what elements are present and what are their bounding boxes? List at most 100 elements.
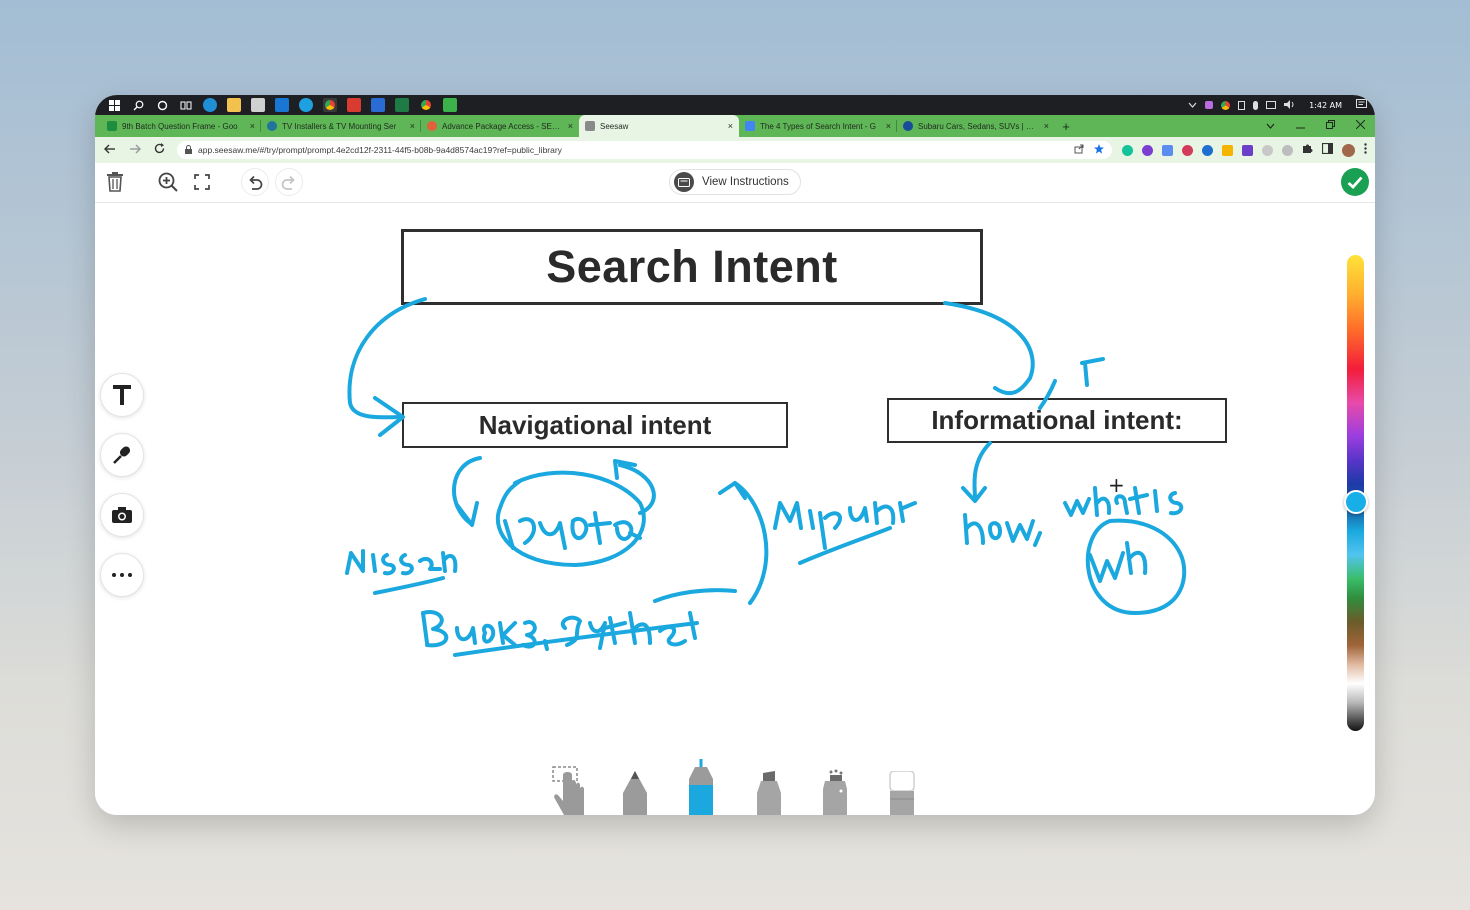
- marker-tool[interactable]: [687, 759, 715, 815]
- extension-blue-square-icon[interactable]: [1162, 144, 1174, 156]
- mail-icon[interactable]: [275, 98, 289, 112]
- skype-icon[interactable]: [299, 98, 313, 112]
- tab-question-frame[interactable]: 9th Batch Question Frame - Goo ×: [101, 115, 261, 137]
- edge-icon[interactable]: [203, 98, 217, 112]
- microphone-icon: [113, 446, 131, 464]
- close-tab-icon[interactable]: ×: [886, 121, 891, 131]
- app-red-icon[interactable]: [347, 98, 361, 112]
- network-icon[interactable]: [1266, 101, 1277, 109]
- share-icon[interactable]: [1074, 144, 1084, 156]
- navigational-intent-box[interactable]: Navigational intent: [402, 402, 788, 448]
- undo-button[interactable]: [241, 168, 269, 196]
- address-bar[interactable]: app.seesaw.me/#/try/prompt/prompt.4e2cd1…: [177, 141, 1113, 159]
- reload-icon[interactable]: [152, 143, 167, 157]
- sheets-favicon-icon: [107, 121, 117, 131]
- side-panel-icon[interactable]: [1321, 141, 1334, 159]
- microphone-button[interactable]: [100, 433, 144, 477]
- chrome-profile-icon[interactable]: [419, 98, 433, 112]
- zoom-in-button[interactable]: [154, 168, 182, 196]
- extensions-puzzle-icon[interactable]: [1302, 141, 1313, 159]
- new-tab-button[interactable]: +: [1055, 115, 1077, 137]
- text-tool-button[interactable]: [100, 373, 144, 417]
- volume-icon[interactable]: [1284, 99, 1295, 111]
- done-button[interactable]: [1341, 168, 1369, 196]
- hand-select-tool[interactable]: [550, 765, 588, 815]
- extension-gray-icon[interactable]: [1262, 144, 1274, 156]
- tab-search-icon[interactable]: [1255, 121, 1285, 132]
- extension-purple-icon[interactable]: [1142, 144, 1154, 156]
- calculator-icon[interactable]: [251, 98, 265, 112]
- highlighter-tool[interactable]: [755, 771, 783, 815]
- chrome-taskbar-icon[interactable]: [323, 98, 337, 112]
- windows-start-icon[interactable]: [107, 98, 121, 112]
- spray-tool[interactable]: [821, 769, 849, 815]
- view-instructions-button[interactable]: View Instructions: [669, 169, 801, 195]
- close-window-icon[interactable]: [1345, 119, 1375, 132]
- eraser-tool[interactable]: [888, 770, 916, 815]
- extension-badge-icon[interactable]: [1242, 144, 1254, 156]
- bookmark-star-icon[interactable]: [1094, 144, 1105, 156]
- notification-icon[interactable]: [1356, 99, 1367, 111]
- tab-label: The 4 Types of Search Intent - G: [760, 121, 876, 131]
- close-tab-icon[interactable]: ×: [568, 121, 573, 131]
- redo-button[interactable]: [275, 168, 303, 196]
- seo-favicon-icon: [427, 121, 437, 131]
- close-tab-icon[interactable]: ×: [1044, 121, 1049, 131]
- fullscreen-icon: [194, 174, 210, 190]
- title-box[interactable]: Search Intent: [401, 229, 983, 305]
- chrome-menu-icon[interactable]: [1364, 141, 1367, 159]
- drawing-canvas[interactable]: Search Intent Navigational intent Inform…: [95, 203, 1375, 815]
- battery-icon[interactable]: [1238, 100, 1246, 110]
- camera-button[interactable]: [100, 493, 144, 537]
- search-icon[interactable]: [131, 98, 145, 112]
- minimize-icon[interactable]: [1285, 121, 1315, 132]
- restore-icon[interactable]: [1315, 120, 1345, 132]
- tab-advance-package[interactable]: Advance Package Access - SEO T ×: [421, 115, 579, 137]
- informational-intent-box[interactable]: Informational intent:: [887, 398, 1227, 443]
- pen-tray-icon[interactable]: [1205, 101, 1214, 109]
- excel-icon[interactable]: [395, 98, 409, 112]
- view-instructions-label: View Instructions: [702, 176, 789, 188]
- trash-icon: [107, 172, 123, 192]
- clock[interactable]: 1:42 AM: [1309, 101, 1342, 110]
- tab-subaru[interactable]: Subaru Cars, Sedans, SUVs | Sub ×: [897, 115, 1055, 137]
- extension-red-icon[interactable]: [1182, 144, 1194, 156]
- chevron-up-icon[interactable]: [1188, 101, 1197, 110]
- tab-tv-installers[interactable]: TV Installers & TV Mounting Ser ×: [261, 115, 421, 137]
- tab-search-intent-doc[interactable]: The 4 Types of Search Intent - G ×: [739, 115, 897, 137]
- cortana-icon[interactable]: [155, 98, 169, 112]
- url-text[interactable]: app.seesaw.me/#/try/prompt/prompt.4e2cd1…: [198, 145, 562, 155]
- tab-seesaw[interactable]: Seesaw ×: [579, 115, 739, 137]
- app-green-icon[interactable]: [443, 98, 457, 112]
- browser-toolbar: app.seesaw.me/#/try/prompt/prompt.4e2cd1…: [95, 137, 1375, 163]
- close-tab-icon[interactable]: ×: [728, 121, 733, 131]
- photos-icon[interactable]: [371, 98, 385, 112]
- navigational-intent-text: Navigational intent: [478, 409, 712, 440]
- more-button[interactable]: [100, 553, 144, 597]
- forward-icon[interactable]: [128, 143, 143, 157]
- close-tab-icon[interactable]: ×: [410, 121, 415, 131]
- chrome-tray-icon[interactable]: [1221, 100, 1231, 110]
- marker-icon: [689, 759, 713, 815]
- grammarly-icon[interactable]: [1122, 144, 1134, 156]
- fullscreen-button[interactable]: [188, 168, 216, 196]
- pencil-tool[interactable]: [621, 771, 649, 815]
- extension-gear-icon[interactable]: [1282, 144, 1294, 156]
- close-tab-icon[interactable]: ×: [250, 121, 255, 131]
- mic-tray-icon[interactable]: [1253, 100, 1259, 110]
- color-slider-knob[interactable]: [1344, 490, 1368, 514]
- profile-avatar[interactable]: [1342, 143, 1356, 157]
- seesaw-toolbar: View Instructions: [95, 163, 1375, 203]
- tab-label: Advance Package Access - SEO T: [442, 121, 562, 131]
- lock-icon[interactable]: [185, 144, 193, 156]
- task-view-icon[interactable]: [179, 98, 193, 112]
- extension-yellow-icon[interactable]: [1222, 144, 1234, 156]
- back-icon[interactable]: [103, 143, 118, 157]
- crosshair-cursor-icon: +: [1108, 473, 1125, 497]
- extension-blue-circle-icon[interactable]: [1202, 144, 1214, 156]
- tab-label: 9th Batch Question Frame - Goo: [122, 121, 238, 131]
- trash-button[interactable]: [101, 168, 129, 196]
- wordpress-favicon-icon: [267, 121, 277, 131]
- instructions-icon: [674, 172, 694, 192]
- file-explorer-icon[interactable]: [227, 98, 241, 112]
